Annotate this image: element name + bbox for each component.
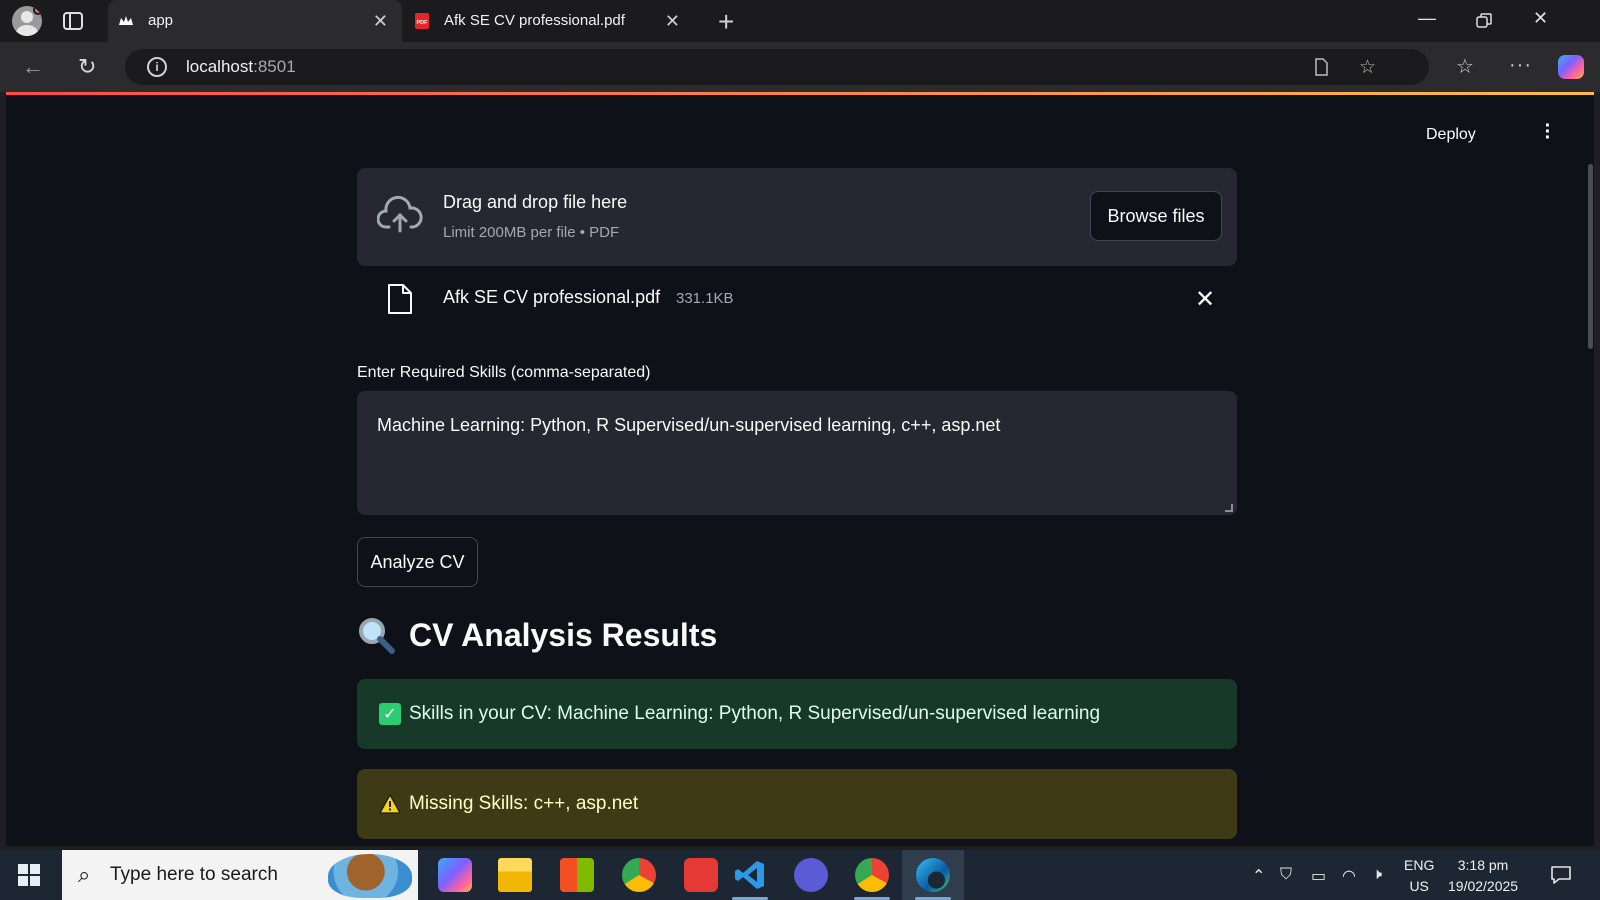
streamlit-app: Deploy · · · Drag and drop file here Limit…: [6, 92, 1594, 846]
page-scrollbar[interactable]: [1588, 164, 1593, 349]
chrome-profile-icon[interactable]: [855, 858, 889, 892]
close-tab-icon[interactable]: ✕: [665, 11, 680, 32]
tab-pdf[interactable]: PDF Afk SE CV professional.pdf ✕: [404, 0, 694, 42]
file-explorer-icon[interactable]: [498, 858, 532, 892]
chrome-icon[interactable]: [622, 858, 656, 892]
streamlit-crown-icon: [119, 16, 133, 25]
cloud-upload-icon: [377, 195, 423, 233]
search-placeholder: Type here to search: [110, 864, 278, 885]
favorite-star-icon[interactable]: ☆: [1359, 56, 1376, 79]
more-vert-icon[interactable]: · · ·: [1544, 116, 1552, 148]
remove-file-icon[interactable]: ✕: [1195, 285, 1215, 314]
favorites-icon[interactable]: ☆: [1456, 54, 1474, 79]
svg-text:PDF: PDF: [417, 20, 429, 26]
file-dropzone[interactable]: Drag and drop file here Limit 200MB per …: [357, 168, 1237, 266]
address-bar[interactable]: i localhost:8501 ☆: [125, 49, 1429, 85]
battery-icon[interactable]: ▭: [1311, 866, 1326, 886]
language-indicator[interactable]: ENG US: [1404, 855, 1434, 897]
taskbar-clock[interactable]: 3:18 pm 19/02/2025: [1448, 855, 1518, 897]
url-text: localhost:8501: [186, 57, 296, 77]
url-port: :8501: [253, 57, 296, 76]
new-tab-icon[interactable]: +: [718, 6, 734, 38]
missing-skills-alert: Missing Skills: c++, asp.net: [357, 769, 1237, 839]
tab-app[interactable]: app ✕: [108, 0, 402, 42]
windows-taskbar: ⌕ Type here to search ⌃ ⛉ ▭ ◠ 🕨 ENG US 3…: [0, 850, 1600, 900]
wifi-icon[interactable]: ◠: [1342, 866, 1356, 886]
dropzone-title: Drag and drop file here: [443, 192, 628, 212]
lang-code: ENG: [1404, 857, 1435, 873]
copilot-icon[interactable]: [1558, 55, 1584, 79]
pdf-icon: PDF: [415, 13, 429, 29]
vscode-icon[interactable]: [733, 858, 767, 892]
iptv-icon[interactable]: [794, 858, 828, 892]
copilot-app-icon[interactable]: [438, 858, 472, 892]
search-highlight-illustration: [328, 854, 412, 898]
site-info-icon[interactable]: i: [147, 57, 167, 77]
deploy-button[interactable]: Deploy: [1426, 126, 1476, 144]
uploaded-file-name: Afk SE CV professional.pdf: [443, 287, 661, 307]
show-hidden-icons-icon[interactable]: ⌃: [1252, 866, 1265, 886]
results-title: CV Analysis Results: [409, 616, 718, 653]
skills-label: Enter Required Skills (comma-separated): [357, 364, 651, 381]
lang-region: US: [1409, 878, 1429, 894]
warning-icon: [379, 794, 401, 814]
clock-time: 3:18 pm: [1457, 857, 1509, 873]
edge-icon[interactable]: [916, 858, 950, 892]
url-host: localhost: [186, 57, 254, 76]
close-tab-icon[interactable]: ✕: [373, 11, 388, 32]
file-icon: [388, 284, 412, 314]
missing-skills-text: Missing Skills: c++, asp.net: [409, 793, 639, 814]
tab-title: Afk SE CV professional.pdf: [444, 12, 625, 29]
uploaded-file-item: Afk SE CV professional.pdf 331.1KB ✕: [357, 278, 1237, 328]
tab-actions-icon[interactable]: [62, 10, 84, 32]
taskbar-search[interactable]: ⌕ Type here to search: [62, 850, 418, 900]
microsoft-store-icon[interactable]: [560, 858, 594, 892]
skills-textarea[interactable]: Machine Learning: Python, R Supervised/u…: [357, 391, 1237, 515]
search-icon: ⌕: [78, 862, 91, 887]
magnifying-glass-icon: [359, 618, 395, 654]
volume-icon[interactable]: 🕨: [1372, 866, 1382, 884]
dropzone-limit: Limit 200MB per file • PDF: [443, 224, 620, 241]
analyze-cv-button[interactable]: Analyze CV: [357, 537, 478, 587]
reading-view-icon[interactable]: [1312, 58, 1330, 76]
back-icon[interactable]: ←: [22, 54, 44, 80]
resize-handle-icon[interactable]: [1225, 504, 1233, 512]
anydesk-icon[interactable]: [684, 858, 718, 892]
notifications-icon[interactable]: [1550, 864, 1572, 886]
tab-title: app: [148, 12, 174, 29]
browser-toolbar: ← ↻ i localhost:8501 ☆ ☆ ···: [0, 42, 1600, 92]
skills-found-alert: ✓ Skills in your CV: Machine Learning: P…: [357, 679, 1237, 749]
security-shield-icon[interactable]: ⛉: [1280, 866, 1292, 884]
minimize-icon[interactable]: —: [1418, 8, 1436, 29]
uploaded-file-size: 331.1KB: [676, 290, 734, 307]
close-window-icon[interactable]: ✕: [1533, 8, 1548, 29]
check-mark-icon: ✓: [379, 703, 401, 725]
browser-tab-bar: app ✕ PDF Afk SE CV professional.pdf ✕ +…: [0, 0, 1600, 42]
skills-found-text: Skills in your CV: Machine Learning: Pyt…: [409, 703, 1101, 724]
clock-date: 19/02/2025: [1448, 878, 1519, 894]
profile-avatar-icon[interactable]: [12, 6, 42, 36]
results-heading: CV Analysis Results: [357, 613, 717, 657]
reload-icon[interactable]: ↻: [78, 54, 96, 80]
header-decoration: [6, 92, 1594, 95]
restore-icon[interactable]: [1476, 13, 1492, 29]
settings-more-icon[interactable]: ···: [1509, 54, 1532, 77]
browse-files-button[interactable]: Browse files: [1090, 191, 1222, 241]
windows-start-icon[interactable]: [18, 864, 40, 886]
